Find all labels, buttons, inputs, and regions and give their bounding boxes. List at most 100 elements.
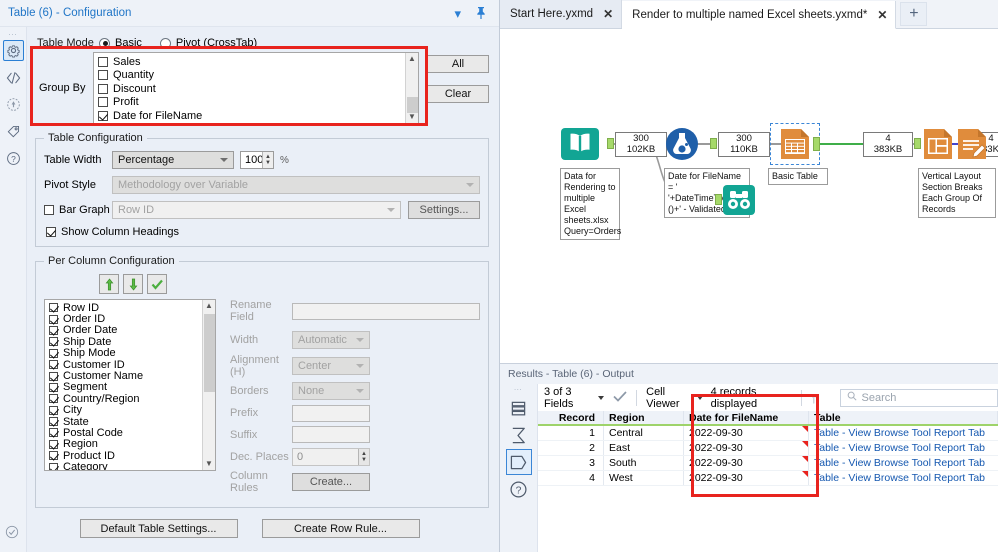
fields-selector[interactable]: 3 of 3 Fields (544, 386, 605, 410)
column-header-table[interactable]: Table (809, 411, 998, 424)
rail-drag-handle[interactable]: ⋯ (8, 30, 18, 39)
checkbox-icon[interactable] (49, 382, 58, 392)
chevron-down-icon[interactable] (696, 395, 703, 400)
checkmark-icon[interactable] (613, 390, 627, 405)
tool-browse[interactable] (722, 184, 756, 219)
checkbox-icon[interactable] (49, 417, 58, 427)
list-item[interactable]: Product ID (45, 450, 215, 462)
checkbox-icon[interactable] (98, 97, 108, 108)
checkbox-icon[interactable] (49, 371, 58, 381)
workflow-canvas[interactable]: 300 102KB Data for Rendering to multiple… (500, 29, 998, 363)
list-item[interactable]: City (45, 404, 215, 416)
gear-icon[interactable] (2, 40, 24, 61)
create-row-rule-button[interactable]: Create Row Rule... (261, 519, 420, 538)
checkbox-icon[interactable] (49, 303, 58, 313)
checkbox-icon[interactable] (49, 314, 58, 324)
pin-icon[interactable] (475, 6, 487, 21)
sum-icon[interactable] (506, 422, 532, 448)
list-item[interactable]: Segment (45, 381, 215, 393)
checkbox-icon[interactable] (49, 394, 58, 404)
list-item[interactable]: Date for FileName (94, 109, 418, 123)
new-tab-button[interactable]: + (900, 2, 928, 26)
move-down-icon[interactable] (123, 274, 143, 294)
tool-layout[interactable] (920, 127, 956, 164)
viewer-selector[interactable]: Cell Viewer (646, 386, 703, 410)
list-item[interactable]: Order Date (45, 324, 215, 336)
bar-graph-checkbox[interactable] (44, 205, 54, 215)
close-icon[interactable]: ✕ (603, 7, 613, 21)
radio-basic[interactable] (99, 37, 110, 49)
per-column-field-list[interactable]: Row ID Order ID Order Date Ship Date Ship Mo… (44, 299, 216, 471)
list-item[interactable]: Order ID (45, 313, 215, 325)
move-up-icon[interactable] (99, 274, 119, 294)
data-icon[interactable] (506, 395, 532, 421)
tool-input-data[interactable] (560, 127, 600, 164)
chevron-down-icon[interactable] (598, 395, 605, 400)
spinner-buttons[interactable]: ▲ ▼ (262, 152, 273, 168)
arrow-up-icon[interactable]: ↑ (811, 391, 818, 405)
scroll-up-icon[interactable]: ▲ (408, 53, 416, 65)
checkbox-icon[interactable] (98, 70, 108, 81)
checkbox-icon[interactable] (49, 348, 58, 358)
clear-button[interactable]: Clear (427, 85, 489, 103)
scrollbar-vertical[interactable]: ▲ ▼ (202, 300, 215, 470)
tag-icon[interactable] (3, 121, 24, 142)
list-item[interactable]: Postal Code (45, 427, 215, 439)
scrollbar-vertical[interactable]: ▲ ▼ (405, 53, 418, 123)
table-row[interactable]: 3 South 2022-09-30 Table - View Browse Tool… (538, 456, 998, 471)
tab-render-excel[interactable]: Render to multiple named Excel sheets.yx… (622, 1, 897, 29)
all-button[interactable]: All (427, 55, 489, 73)
list-item[interactable]: Discount (94, 82, 418, 96)
checkbox-icon[interactable] (49, 405, 58, 415)
column-header-region[interactable]: Region (604, 411, 684, 424)
list-item[interactable]: Customer Name (45, 370, 215, 382)
show-column-headings-checkbox[interactable] (46, 227, 56, 237)
close-icon[interactable]: ✕ (877, 8, 887, 22)
list-item[interactable]: Row ID (45, 302, 215, 314)
list-item[interactable]: Region (45, 438, 215, 450)
checkbox-icon[interactable] (98, 83, 108, 94)
checkbox-icon[interactable] (49, 439, 58, 449)
column-header-record[interactable]: Record (538, 411, 604, 424)
select-all-icon[interactable] (147, 274, 167, 294)
metadata-icon[interactable] (505, 449, 532, 475)
scroll-up-icon[interactable]: ▲ (205, 300, 213, 312)
search-input[interactable]: Search (839, 388, 998, 407)
help-icon[interactable]: ? (506, 476, 532, 502)
list-item[interactable]: Ship Date (45, 336, 215, 348)
list-item[interactable]: Country/Region (45, 393, 215, 405)
checkbox-icon[interactable] (49, 337, 58, 347)
table-width-select[interactable]: Percentage (112, 151, 234, 169)
checkbox-icon[interactable] (98, 110, 108, 121)
rail-drag-handle[interactable]: ⋯ (514, 386, 524, 394)
list-item[interactable]: Quantity (94, 69, 418, 83)
checkbox-icon[interactable] (98, 56, 108, 67)
tool-render[interactable] (954, 127, 990, 164)
scroll-down-icon[interactable]: ▼ (205, 458, 213, 470)
chevron-down-icon[interactable]: ▾ (454, 7, 461, 20)
list-item[interactable]: Category (45, 461, 215, 470)
code-icon[interactable] (3, 67, 24, 88)
help-icon[interactable]: ? (3, 148, 24, 169)
list-item[interactable]: State (45, 416, 215, 428)
tool-formula[interactable] (664, 127, 700, 164)
scrollbar-thumb[interactable] (407, 97, 418, 113)
table-row[interactable]: 2 East 2022-09-30 Table - View Browse Tool … (538, 441, 998, 456)
list-item[interactable]: Profit (94, 96, 418, 110)
scrollbar-thumb[interactable] (204, 314, 215, 392)
list-item[interactable]: Sales (94, 55, 418, 69)
list-item[interactable]: Customer ID (45, 359, 215, 371)
group-by-listbox[interactable]: Sales Quantity Discount Profit Date for … (93, 52, 419, 124)
target-icon[interactable] (3, 94, 24, 115)
list-item[interactable]: Ship Mode (45, 347, 215, 359)
tool-basic-table[interactable] (777, 127, 813, 164)
table-width-number[interactable]: 100 ▲ ▼ (240, 151, 274, 169)
checkbox-icon[interactable] (49, 360, 58, 370)
show-column-headings-row[interactable]: Show Column Headings (44, 226, 480, 238)
radio-pivot[interactable] (159, 37, 171, 49)
table-row[interactable]: 4 West 2022-09-30 Table - View Browse Tool … (538, 471, 998, 486)
checkbox-icon[interactable] (49, 428, 58, 438)
checkbox-icon[interactable] (49, 325, 58, 335)
checkbox-icon[interactable] (49, 462, 58, 470)
column-header-date-for-filename[interactable]: Date for FileName (684, 411, 809, 424)
